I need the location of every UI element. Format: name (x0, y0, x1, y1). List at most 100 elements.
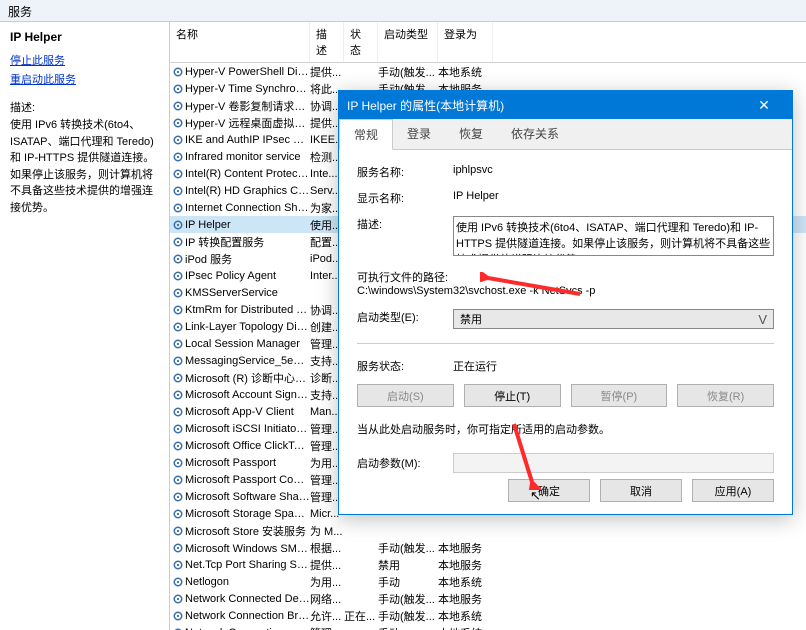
start-type-value: 禁用 (460, 311, 758, 327)
stop-button[interactable]: 停止(T) (464, 384, 561, 407)
svc-desc: 为 M... (310, 523, 344, 539)
restart-service-link[interactable]: 重启动此服务 (10, 71, 159, 87)
service-row[interactable]: Network Connection Broker允许...正在...手动(触发… (170, 607, 806, 624)
toolbar-title: 服务 (8, 5, 32, 19)
service-row[interactable]: Network Connections管理...手动本地系统 (170, 624, 806, 630)
svc-logon: 本地服务 (438, 591, 493, 607)
gear-icon (170, 440, 185, 452)
svc-name: Microsoft Passport (185, 457, 310, 469)
svc-name: Hyper-V 卷影复制请求程序 (185, 98, 310, 114)
col-desc[interactable]: 描述 (310, 22, 344, 62)
col-logon[interactable]: 登录为 (438, 22, 493, 62)
service-row[interactable]: Netlogon为用...手动本地系统 (170, 573, 806, 590)
gear-icon (170, 117, 185, 129)
gear-icon (170, 576, 185, 588)
gear-icon (170, 355, 185, 367)
svc-logon: 本地系统 (438, 64, 493, 80)
svc-logon: 本地系统 (438, 574, 493, 590)
dialog-tabs: 常规 登录 恢复 依存关系 (339, 119, 792, 150)
tab-logon[interactable]: 登录 (393, 119, 445, 149)
svc-name: IPsec Policy Agent (185, 270, 310, 282)
svc-desc: 允许... (310, 608, 344, 624)
svc-name: Net.Tcp Port Sharing Service (185, 559, 310, 571)
svc-name: Hyper-V Time Synchroniza... (185, 83, 310, 95)
gear-icon (170, 202, 185, 214)
gear-icon (170, 185, 185, 197)
gear-icon (170, 559, 185, 571)
tab-general[interactable]: 常规 (339, 119, 393, 150)
cancel-button[interactable]: 取消 (600, 479, 682, 502)
pause-button[interactable]: 暂停(P) (571, 384, 668, 407)
ok-button[interactable]: 确定 (508, 479, 590, 502)
gear-icon (170, 389, 185, 401)
gear-icon (170, 627, 185, 630)
svc-name-value: iphlpsvc (453, 164, 774, 176)
service-row[interactable]: Microsoft Store 安装服务为 M... (170, 522, 806, 539)
svc-name: Microsoft (R) 诊断中心标准... (185, 370, 310, 386)
resume-button[interactable]: 恢复(R) (677, 384, 774, 407)
svc-desc: 管理... (310, 625, 344, 630)
svc-name: Microsoft Storage Spaces S... (185, 508, 310, 520)
svc-name: Microsoft Account Sign-in ... (185, 389, 310, 401)
path-value: C:\windows\System32\svchost.exe -k NetSv… (357, 285, 774, 297)
gear-icon (170, 321, 185, 333)
svc-name: IP Helper (185, 219, 310, 231)
desc-label: 描述: (357, 216, 453, 232)
gear-icon (170, 236, 185, 248)
svc-start: 手动 (378, 574, 438, 590)
desc-textarea[interactable] (453, 216, 774, 256)
service-row[interactable]: Hyper-V PowerShell Direct ...提供...手动(触发.… (170, 63, 806, 80)
gear-icon (170, 542, 185, 554)
gear-icon (170, 423, 185, 435)
gear-icon (170, 406, 185, 418)
stop-service-link[interactable]: 停止此服务 (10, 52, 159, 68)
service-row[interactable]: Net.Tcp Port Sharing Service提供... 禁用本地服务 (170, 556, 806, 573)
gear-icon (170, 287, 185, 299)
svc-logon: 本地服务 (438, 540, 493, 556)
col-name[interactable]: 名称 (170, 22, 310, 62)
gear-icon (170, 610, 185, 622)
service-row[interactable]: Microsoft Windows SMS 路...根据...手动(触发...本… (170, 539, 806, 556)
start-type-select[interactable]: 禁用 V (453, 309, 774, 329)
svc-name: Intel(R) HD Graphics Contr... (185, 185, 310, 197)
disp-name-label: 显示名称: (357, 190, 453, 206)
gear-icon (170, 100, 185, 112)
svc-start: 手动 (378, 625, 438, 630)
desc-text: 使用 IPv6 转换技术(6to4、ISATAP、端口代理和 Teredo)和 … (10, 117, 159, 216)
gear-icon (170, 83, 185, 95)
desc-header: 描述: (10, 99, 159, 115)
start-button[interactable]: 启动(S) (357, 384, 454, 407)
svc-desc: 网络... (310, 591, 344, 607)
gear-icon (170, 525, 185, 537)
gear-icon (170, 134, 185, 146)
dialog-titlebar[interactable]: IP Helper 的属性(本地计算机) ✕ (339, 91, 792, 119)
start-param-note: 当从此处启动服务时，你可指定所适用的启动参数。 (357, 421, 774, 437)
col-start[interactable]: 启动类型 (378, 22, 438, 62)
svc-desc: 为用... (310, 574, 344, 590)
svc-start: 手动(触发... (378, 608, 438, 624)
svc-name: Link-Layer Topology Disco... (185, 321, 310, 333)
svc-name: Microsoft Windows SMS 路... (185, 540, 310, 556)
column-headers[interactable]: 名称 描述 状态 启动类型 登录为 (170, 22, 806, 63)
apply-button[interactable]: 应用(A) (692, 479, 774, 502)
tab-recovery[interactable]: 恢复 (445, 119, 497, 149)
svc-name: Local Session Manager (185, 338, 310, 350)
selected-service-title: IP Helper (10, 30, 159, 44)
svc-name: Network Connection Broker (185, 610, 310, 622)
gear-icon (170, 338, 185, 350)
svc-logon: 本地系统 (438, 625, 493, 630)
close-icon[interactable]: ✕ (744, 97, 784, 114)
chevron-down-icon: V (758, 312, 767, 327)
svc-name: Hyper-V 远程桌面虚拟化服务 (185, 115, 310, 131)
gear-icon (170, 491, 185, 503)
tab-dependencies[interactable]: 依存关系 (497, 119, 573, 149)
svc-start: 禁用 (378, 557, 438, 573)
col-state[interactable]: 状态 (344, 22, 378, 62)
svc-name: Microsoft Software Shadow... (185, 491, 310, 503)
service-row[interactable]: Network Connected Device...网络...手动(触发...… (170, 590, 806, 607)
svc-name: MessagingService_5e076 (185, 355, 310, 367)
svc-name: Microsoft iSCSI Initiator Ser... (185, 423, 310, 435)
svc-name: Infrared monitor service (185, 151, 310, 163)
svc-logon: 本地服务 (438, 557, 493, 573)
svc-desc: 提供... (310, 557, 344, 573)
